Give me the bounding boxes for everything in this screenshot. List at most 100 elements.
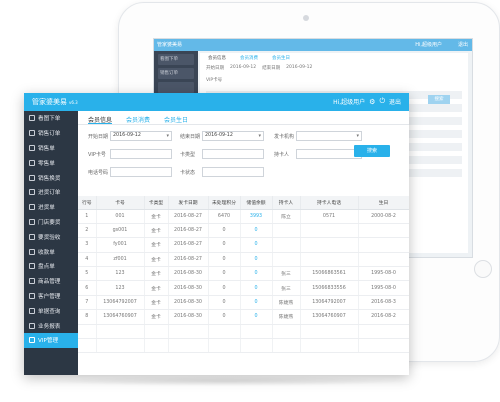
vip-card-input[interactable] xyxy=(110,149,172,159)
grid-icon xyxy=(29,278,35,285)
table-row[interactable]: 2 gs001 金卡 2016-08-27 0 0 xyxy=(78,223,409,239)
check-icon xyxy=(29,233,35,240)
exchange-icon xyxy=(29,174,35,181)
sidebar: 看图下单 销售订单 销售单 零售单 销售换货 进货订单 进货单 门店要货 要货验… xyxy=(24,111,78,375)
table-row[interactable]: 6 123 金卡 2016-08-30 0 0 张三 15066833556 1995-08-0 xyxy=(78,280,409,296)
sidebar-item-products[interactable]: 商品管理 xyxy=(24,274,78,289)
tab-member-info[interactable]: 会员信息 xyxy=(88,111,113,124)
table-cell: 金卡 xyxy=(144,266,169,282)
tab-member-consumption[interactable]: 会员消费 xyxy=(126,111,150,124)
table-cell: 金卡 xyxy=(144,209,169,224)
user-greeting[interactable]: Hi,超级用户 xyxy=(333,97,365,106)
main-content: 会员信息 会员消费 会员生日 开始日期 2016-09-12 结束日期 2016… xyxy=(78,111,409,375)
logout-link[interactable]: 退出 xyxy=(389,97,401,106)
end-date-input[interactable]: 2016-09-12 xyxy=(202,131,264,141)
tab-member-birthday[interactable]: 会员生日 xyxy=(164,111,188,124)
sidebar-item-reports[interactable]: 业务报表 xyxy=(24,318,78,333)
table-cell: 6470 xyxy=(208,209,241,224)
column-header[interactable]: 生日 xyxy=(358,196,409,210)
sidebar-item-store-request[interactable]: 门店要货 xyxy=(24,215,78,230)
card-type-label: 卡类型 xyxy=(180,152,196,158)
card-status-input[interactable] xyxy=(202,167,264,177)
sidebar-item-label: 业务报表 xyxy=(38,323,61,330)
table-cell: 3 xyxy=(78,237,97,253)
sidebar-item-inventory[interactable]: 盘点单 xyxy=(24,259,78,274)
table-cell: 123 xyxy=(96,280,145,296)
sidebar-item-retail[interactable]: 零售单 xyxy=(24,155,78,170)
sidebar-item-request-check[interactable]: 要货验收 xyxy=(24,229,78,244)
table-row[interactable]: 1 001 金卡 2016-08-27 6470 3993 陈立 0571 2000-08-2 xyxy=(78,209,409,224)
document-icon xyxy=(29,144,35,151)
table-row[interactable]: 5 123 金卡 2016-08-30 0 0 张三 15066863561 1995-08-0 xyxy=(78,266,409,282)
column-header[interactable]: 未处理积分 xyxy=(208,196,241,210)
back-form-row: VIP卡号 xyxy=(200,74,468,86)
issuer-select[interactable] xyxy=(296,131,362,141)
column-header[interactable]: 持卡人 xyxy=(272,196,301,210)
table-row[interactable]: 7 13064792007 金卡 2016-08-30 0 0 陈婕燕 13064792007… xyxy=(78,295,409,311)
table-row[interactable]: 8 13064760907 金卡 2016-08-30 0 0 陈婕燕 13064760907… xyxy=(78,309,409,325)
gear-icon[interactable]: ⚙ xyxy=(369,98,375,106)
start-date-input[interactable]: 2016-09-12 xyxy=(110,131,172,141)
cart-icon xyxy=(29,159,35,166)
vip-icon xyxy=(29,337,35,344)
table-cell xyxy=(272,237,301,253)
sidebar-item-sales-order[interactable]: 销售订单 xyxy=(24,126,78,141)
sidebar-item-vip[interactable]: VIP管理 xyxy=(24,332,78,348)
table-cell xyxy=(358,252,409,268)
table-cell: 0 xyxy=(240,223,273,239)
column-header[interactable]: 行号 xyxy=(78,196,97,210)
member-table: 行号 卡号 卡类型 发卡日期 未处理积分 储值余额 持卡人 持卡人电话 生日 1… xyxy=(78,196,409,354)
column-header[interactable]: 储值余额 xyxy=(240,196,273,210)
table-cell: 2016-08-3 xyxy=(358,295,409,311)
table-cell xyxy=(272,252,301,268)
card-type-input[interactable] xyxy=(202,149,264,159)
table-row[interactable]: 3 fy001 金卡 2016-08-27 0 0 xyxy=(78,237,409,253)
table-cell: 0 xyxy=(240,280,273,296)
table-cell xyxy=(300,252,359,268)
sidebar-item-label: 收款单 xyxy=(38,249,55,256)
sidebar-item-label: 看图下单 xyxy=(38,116,61,123)
brand-logo: 管家婆美易 v6.3 xyxy=(32,97,78,107)
table-cell xyxy=(358,237,409,253)
sidebar-item-purchase-order[interactable]: 进货订单 xyxy=(24,185,78,200)
table-cell: 4 xyxy=(78,252,97,268)
table-cell: 13064792007 xyxy=(300,295,359,311)
power-icon[interactable]: ⏻ xyxy=(379,97,385,106)
sidebar-item-view-order[interactable]: 看图下单 xyxy=(24,111,78,126)
end-date-label: 结束日期 xyxy=(180,134,201,140)
sidebar-item-label: VIP管理 xyxy=(38,338,59,345)
version-label: v6.3 xyxy=(69,100,78,105)
column-header[interactable]: 卡类型 xyxy=(144,196,169,210)
column-header[interactable]: 持卡人电话 xyxy=(300,196,359,210)
sidebar-item-query[interactable]: 单据查询 xyxy=(24,303,78,318)
back-sidebar-item: 看图下单 xyxy=(158,54,194,65)
table-cell: 0 xyxy=(208,295,241,311)
sidebar-item-sales[interactable]: 销售单 xyxy=(24,141,78,156)
back-topbar: 管家婆美易 Hi,超级用户 退出 xyxy=(154,39,472,51)
back-sidebar-item: 销售订单 xyxy=(158,68,194,79)
column-header[interactable]: 卡号 xyxy=(96,196,145,210)
sidebar-item-customers[interactable]: 客户管理 xyxy=(24,289,78,304)
sidebar-item-purchase[interactable]: 进货单 xyxy=(24,200,78,215)
table-cell: 0 xyxy=(208,252,241,268)
sidebar-item-label: 客户管理 xyxy=(38,293,61,300)
table-cell: 陈立 xyxy=(272,209,301,224)
column-header[interactable]: 发卡日期 xyxy=(168,196,209,210)
search-button[interactable]: 搜索 xyxy=(354,145,390,157)
table-cell: 13064792007 xyxy=(96,295,145,311)
sidebar-item-receipt[interactable]: 收款单 xyxy=(24,244,78,259)
sidebar-item-label: 销售换货 xyxy=(38,175,61,182)
phone-input[interactable] xyxy=(110,167,172,177)
holder-input[interactable] xyxy=(296,149,362,159)
back-form-row: 开始日期 2016-09-12 结束日期 2016-09-12 xyxy=(200,62,468,74)
table-cell: 1995-08-0 xyxy=(358,280,409,296)
app-window: 管家婆美易 v6.3 Hi,超级用户 ⚙ ⏻ 退出 看图下单 销售订单 销售单 零… xyxy=(24,93,409,375)
table-cell: 金卡 xyxy=(144,252,169,268)
table-row[interactable]: 4 zf001 金卡 2016-08-27 0 0 xyxy=(78,252,409,268)
table-cell: 0 xyxy=(208,309,241,325)
sidebar-item-exchange[interactable]: 销售换货 xyxy=(24,170,78,185)
tab-bar: 会员信息 会员消费 会员生日 xyxy=(78,111,409,125)
box-icon xyxy=(29,263,35,270)
sidebar-item-label: 单据查询 xyxy=(38,308,61,315)
table-cell: 金卡 xyxy=(144,280,169,296)
